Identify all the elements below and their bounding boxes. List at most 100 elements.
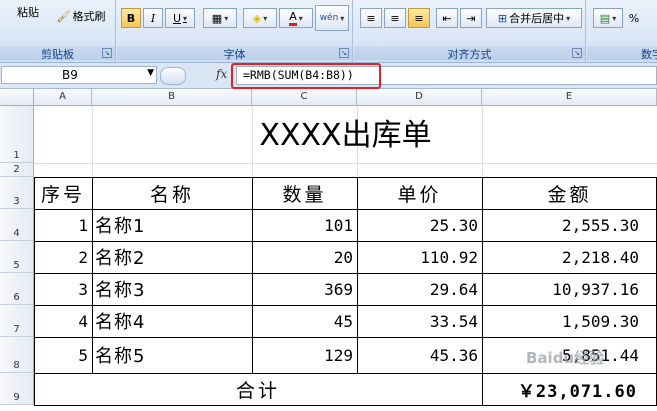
phonetic-guide-button[interactable]: wén — [315, 5, 349, 31]
align-center-icon: ≡ — [390, 11, 400, 25]
table-cell[interactable]: 3 — [34, 273, 92, 305]
align-left-button[interactable]: ≡ — [360, 8, 382, 28]
table-border — [34, 305, 657, 306]
column-header-d[interactable]: D — [357, 89, 482, 106]
insert-function-icon[interactable]: fx — [216, 67, 227, 81]
table-cell[interactable]: 25.30 — [357, 209, 482, 241]
row-header-9[interactable]: 9 — [0, 373, 34, 405]
table-border — [34, 241, 657, 242]
decrease-indent-icon: ⇤ — [442, 11, 452, 25]
row-header-3[interactable]: 3 — [0, 177, 34, 209]
table-cell[interactable]: 10,937.16 — [482, 273, 657, 305]
total-label-cell[interactable]: 合计 — [34, 373, 482, 405]
select-all-corner[interactable] — [0, 89, 34, 106]
font-group-title: 字体 — [117, 46, 352, 61]
increase-indent-button[interactable]: ⇥ — [460, 8, 482, 28]
align-right-icon: ≡ — [414, 11, 424, 25]
table-border — [34, 273, 657, 274]
table-cell[interactable]: 2,218.40 — [482, 241, 657, 273]
header-cell-amount[interactable]: 金额 — [482, 177, 657, 209]
column-header-b[interactable]: B — [92, 89, 252, 106]
format-painter-button[interactable]: 🖌 格式刷 — [50, 6, 112, 26]
row-header-4[interactable]: 4 — [0, 209, 34, 241]
row-header-2[interactable]: 2 — [0, 163, 34, 177]
gridline — [34, 163, 657, 164]
row-header-5[interactable]: 5 — [0, 241, 34, 273]
number-group: ▤ % 数字 — [587, 0, 657, 62]
sheet-title[interactable]: XXXX出库单 — [34, 106, 657, 163]
table-cell[interactable]: 1,509.30 — [482, 305, 657, 337]
table-border — [482, 177, 483, 405]
table-cell[interactable]: 1 — [34, 209, 92, 241]
header-cell-index[interactable]: 序号 — [34, 177, 92, 209]
chevron-down-icon[interactable]: ▼ — [147, 68, 154, 78]
table-cell[interactable]: 名称5 — [92, 337, 252, 373]
currency-icon: ▤ — [599, 11, 611, 25]
border-button[interactable]: ▦ — [203, 8, 237, 28]
table-border — [34, 177, 657, 178]
table-border — [34, 373, 657, 374]
header-cell-quantity[interactable]: 数量 — [252, 177, 357, 209]
fill-color-button[interactable]: ◈ — [243, 8, 277, 28]
align-center-button[interactable]: ≡ — [384, 8, 406, 28]
column-header-a[interactable]: A — [34, 89, 92, 106]
border-icon: ▦ — [211, 11, 223, 25]
column-header-e[interactable]: E — [482, 89, 657, 106]
formula-bar: B9 ▼ fx =RMB(SUM(B4:B8)) — [0, 63, 657, 89]
column-header-c[interactable]: C — [252, 89, 357, 106]
name-box[interactable]: B9 ▼ — [1, 66, 157, 84]
italic-button[interactable]: I — [143, 8, 163, 28]
font-color-button[interactable]: A — [279, 8, 313, 28]
alignment-launcher-icon[interactable]: ↘ — [572, 48, 582, 58]
table-cell[interactable]: 369 — [252, 273, 357, 305]
table-cell[interactable]: 129 — [252, 337, 357, 373]
formula-input[interactable]: =RMB(SUM(B4:B8)) — [236, 66, 657, 85]
table-cell[interactable]: 名称1 — [92, 209, 252, 241]
row-header-6[interactable]: 6 — [0, 273, 34, 305]
percent-button[interactable]: % — [625, 8, 643, 28]
row-header-7[interactable]: 7 — [0, 305, 34, 337]
table-cell[interactable]: 29.64 — [357, 273, 482, 305]
row-header-8[interactable]: 8 — [0, 337, 34, 373]
ribbon: 粘贴 🖌 格式刷 剪贴板 ↘ B I U ▦ ◈ A wén 字体 ↘ ≡ ≡ … — [0, 0, 657, 63]
table-border — [34, 177, 35, 405]
table-cell[interactable]: 4 — [34, 305, 92, 337]
table-cell[interactable]: 名称3 — [92, 273, 252, 305]
merge-center-button[interactable]: ⊞ 合并后居中 — [486, 8, 582, 28]
table-cell[interactable]: 45 — [252, 305, 357, 337]
font-launcher-icon[interactable]: ↘ — [339, 48, 349, 58]
clipboard-group-title: 剪贴板 — [0, 46, 115, 61]
table-cell[interactable]: 33.54 — [357, 305, 482, 337]
header-cell-unit-price[interactable]: 单价 — [357, 177, 482, 209]
header-cell-name[interactable]: 名称 — [92, 177, 252, 209]
table-cell[interactable]: 5 — [34, 337, 92, 373]
table-cell[interactable]: 名称2 — [92, 241, 252, 273]
accounting-format-button[interactable]: ▤ — [593, 8, 623, 28]
font-group: B I U ▦ ◈ A wén 字体 ↘ — [117, 0, 353, 62]
total-value-cell[interactable]: ￥23,071.60 — [482, 373, 657, 405]
table-border — [34, 337, 657, 338]
table-border — [92, 177, 93, 373]
clipboard-launcher-icon[interactable]: ↘ — [102, 48, 112, 58]
table-cell[interactable]: 110.92 — [357, 241, 482, 273]
paste-button[interactable]: 粘贴 — [10, 2, 46, 22]
row-header-1[interactable]: 1 — [0, 106, 34, 163]
table-border — [252, 177, 253, 373]
underline-button[interactable]: U — [165, 8, 195, 28]
table-cell[interactable]: 2 — [34, 241, 92, 273]
formula-bar-splitter[interactable] — [160, 67, 186, 85]
baidu-watermark: Baidu经验 — [526, 349, 605, 367]
table-cell[interactable]: 20 — [252, 241, 357, 273]
table-cell[interactable]: 45.36 — [357, 337, 482, 373]
table-border — [34, 405, 657, 406]
table-cell[interactable]: 101 — [252, 209, 357, 241]
table-cell[interactable]: 名称4 — [92, 305, 252, 337]
table-cell[interactable]: 2,555.30 — [482, 209, 657, 241]
align-right-button[interactable]: ≡ — [408, 8, 430, 28]
decrease-indent-button[interactable]: ⇤ — [436, 8, 458, 28]
merge-icon: ⊞ — [497, 11, 508, 25]
brush-icon: 🖌 — [56, 9, 71, 23]
paint-bucket-icon: ◈ — [252, 11, 262, 25]
number-group-title: 数字 — [587, 46, 657, 61]
bold-button[interactable]: B — [121, 8, 141, 28]
